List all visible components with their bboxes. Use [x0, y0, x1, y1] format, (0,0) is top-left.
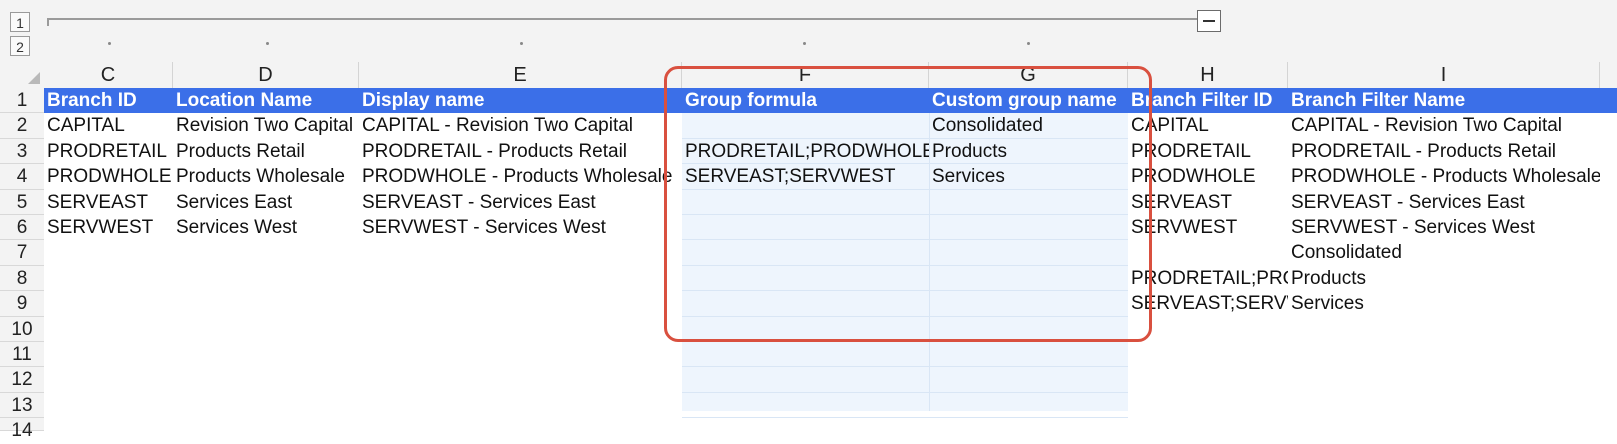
- column-header-h[interactable]: H: [1128, 62, 1288, 88]
- cell-e2[interactable]: CAPITAL - Revision Two Capital: [359, 113, 682, 138]
- cell-c6[interactable]: SERVWEST: [44, 215, 173, 240]
- row-header-6[interactable]: 6: [0, 215, 44, 241]
- cell-c3[interactable]: PRODRETAIL: [44, 139, 173, 164]
- cell-c2[interactable]: CAPITAL: [44, 113, 173, 138]
- row-header-12[interactable]: 12: [0, 367, 44, 393]
- selection-gridline: [682, 366, 1128, 368]
- cell-h3[interactable]: PRODRETAIL: [1128, 139, 1288, 164]
- row-header-5[interactable]: 5: [0, 189, 44, 215]
- row-header-3[interactable]: 3: [0, 138, 44, 165]
- selection-gridline: [682, 417, 1128, 419]
- cell-i3[interactable]: PRODRETAIL - Products Retail: [1288, 139, 1600, 164]
- cell-e4[interactable]: PRODWHOLE - Products Wholesale: [359, 164, 682, 189]
- cell-i5[interactable]: SERVEAST - Services East: [1288, 190, 1600, 215]
- group-bracket-line: [48, 18, 1198, 20]
- group-dot: [108, 42, 111, 45]
- row-header-14[interactable]: 14: [0, 418, 44, 441]
- cell-i2[interactable]: CAPITAL - Revision Two Capital: [1288, 113, 1600, 138]
- cell-h6[interactable]: SERVWEST: [1128, 215, 1288, 240]
- cell-i6[interactable]: SERVWEST - Services West: [1288, 215, 1600, 240]
- group-dot: [803, 42, 806, 45]
- cell-h8[interactable]: PRODRETAIL;PRO: [1128, 266, 1288, 291]
- row-header-7[interactable]: 7: [0, 240, 44, 266]
- row-header-2[interactable]: 2: [0, 113, 44, 139]
- cell-h2[interactable]: CAPITAL: [1128, 113, 1288, 138]
- cell-c5[interactable]: SERVEAST: [44, 190, 173, 215]
- cell-d6[interactable]: Services West: [173, 215, 359, 240]
- cell-h5[interactable]: SERVEAST: [1128, 190, 1288, 215]
- row-header-1[interactable]: 1: [0, 88, 44, 114]
- cell-d4[interactable]: Products Wholesale: [173, 164, 359, 189]
- column-header-c[interactable]: C: [44, 62, 173, 88]
- row-header-9[interactable]: 9: [0, 291, 44, 317]
- cell-c4[interactable]: PRODWHOLE: [44, 164, 173, 189]
- selection-gridline: [682, 391, 1128, 393]
- cell-h9[interactable]: SERVEAST;SERVW: [1128, 291, 1288, 316]
- row-header-13[interactable]: 13: [0, 392, 44, 419]
- header-cell-d[interactable]: Location Name: [173, 88, 359, 113]
- highlight-box: [664, 66, 1152, 342]
- cell-e3[interactable]: PRODRETAIL - Products Retail: [359, 139, 682, 164]
- cell-d2[interactable]: Revision Two Capital: [173, 113, 359, 138]
- cell-i4[interactable]: PRODWHOLE - Products Wholesale: [1288, 164, 1600, 189]
- select-all-triangle-icon: [28, 72, 40, 84]
- cell-i8[interactable]: Products: [1288, 266, 1600, 291]
- group-dot: [520, 42, 523, 45]
- column-header-i[interactable]: I: [1288, 62, 1600, 88]
- row-header-10[interactable]: 10: [0, 316, 44, 342]
- cell-d5[interactable]: Services East: [173, 190, 359, 215]
- group-dot: [266, 42, 269, 45]
- column-header-d[interactable]: D: [173, 62, 359, 88]
- header-cell-c[interactable]: Branch ID: [44, 88, 173, 113]
- cell-d3[interactable]: Products Retail: [173, 139, 359, 164]
- header-cell-e[interactable]: Display name: [359, 88, 682, 113]
- cell-e6[interactable]: SERVWEST - Services West: [359, 215, 682, 240]
- outline-bar: [0, 0, 1617, 62]
- cell-i7[interactable]: Consolidated: [1288, 240, 1600, 265]
- cell-e5[interactable]: SERVEAST - Services East: [359, 190, 682, 215]
- outline-level-2-button[interactable]: 2: [10, 36, 30, 56]
- header-cell-h[interactable]: Branch Filter ID: [1128, 88, 1288, 113]
- cell-i9[interactable]: Services: [1288, 291, 1600, 316]
- outline-level-1-button[interactable]: 1: [10, 12, 30, 32]
- row-header-4[interactable]: 4: [0, 164, 44, 190]
- row-header-11[interactable]: 11: [0, 342, 44, 368]
- cell-h4[interactable]: PRODWHOLE: [1128, 164, 1288, 189]
- row-header-8[interactable]: 8: [0, 265, 44, 292]
- column-header-e[interactable]: E: [359, 62, 682, 88]
- minus-box-icon[interactable]: [1197, 10, 1221, 32]
- header-cell-i[interactable]: Branch Filter Name: [1288, 88, 1600, 113]
- group-dot: [1027, 42, 1030, 45]
